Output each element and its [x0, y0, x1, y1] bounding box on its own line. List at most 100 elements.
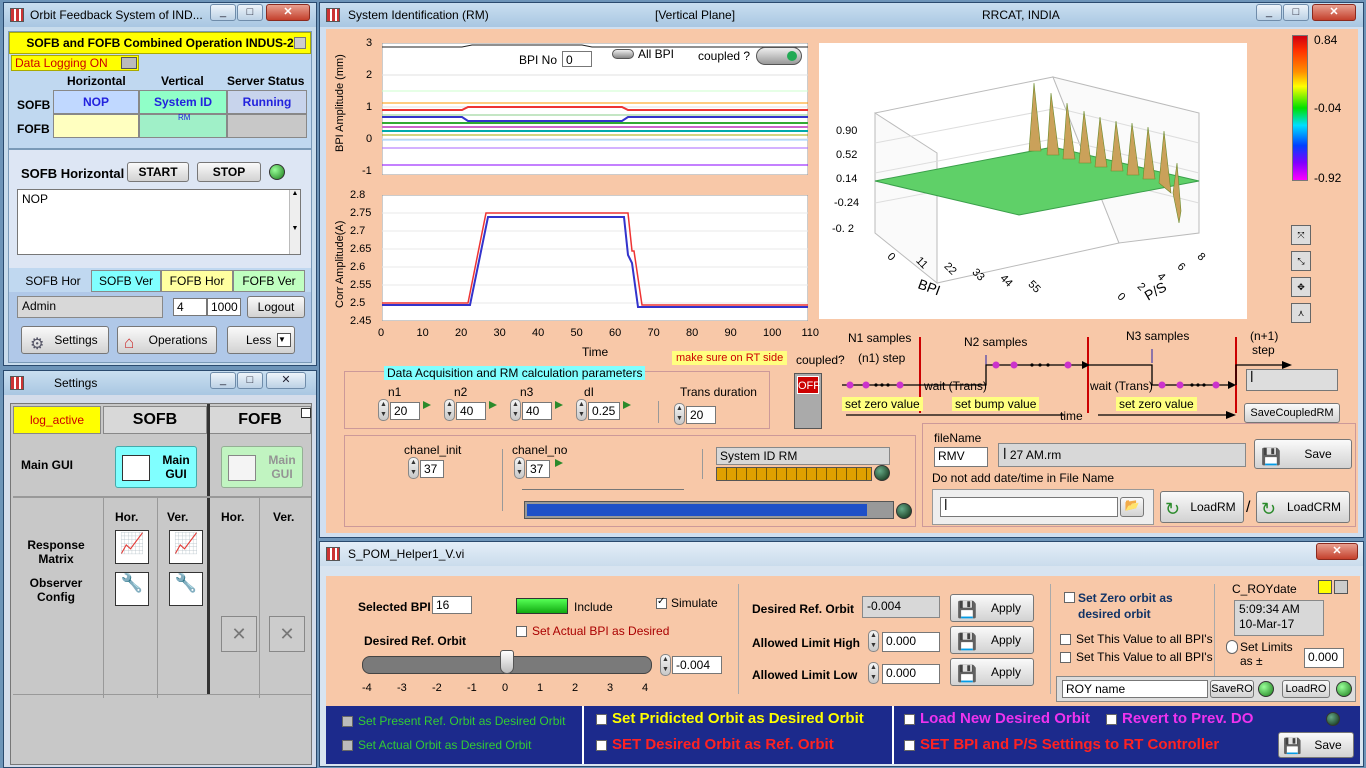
less-dropdown[interactable]: Less ▼ [227, 326, 295, 354]
apply-limit-low-button[interactable]: 💾 Apply [950, 658, 1034, 686]
limit-high-field[interactable]: 0.000 [882, 632, 940, 652]
all-bpi-toggle[interactable] [612, 49, 634, 59]
fofb-ver-tools-icon[interactable]: ✕ [269, 616, 305, 652]
sofb-main-gui-button[interactable]: Main GUI [115, 446, 197, 488]
num1-field[interactable]: 4 [173, 298, 207, 316]
chanel-init-field[interactable]: 37 [420, 460, 444, 478]
c-roydate-toggle[interactable] [1334, 580, 1348, 594]
operations-button[interactable]: ⌂ Operations [117, 326, 217, 354]
load-path-field[interactable]: ꟾ [940, 497, 1118, 517]
set-all2-checkbox[interactable] [1060, 652, 1071, 663]
zoom-tool-icon[interactable]: ⤧ [1291, 225, 1311, 245]
n3-field[interactable]: 40 [522, 402, 552, 420]
sofb-hor-rm-icon[interactable]: 📈 [115, 530, 149, 564]
maximize-button[interactable]: □ [237, 4, 263, 21]
user-field[interactable]: Admin [17, 296, 163, 318]
b7-checkbox[interactable] [904, 740, 915, 751]
rotate-tool-icon[interactable]: ⤡ [1291, 251, 1311, 271]
trans-spinner[interactable]: ▲ ▼ [674, 403, 685, 425]
data-logging-toggle[interactable] [121, 57, 137, 69]
n1-field[interactable]: 20 [390, 402, 420, 420]
b2-checkbox[interactable] [342, 740, 353, 751]
stop-button[interactable]: STOP [197, 162, 261, 182]
fofb-checkbox[interactable] [301, 408, 311, 418]
pan-tool-icon[interactable]: ✥ [1291, 277, 1311, 297]
save-rm-button[interactable]: 💾 Save [1254, 439, 1352, 469]
limit-low-spinner[interactable]: ▲ ▼ [868, 662, 879, 684]
b3-checkbox[interactable] [596, 714, 607, 725]
fofb-main-gui-button[interactable]: Main GUI [221, 446, 303, 488]
set-limits-field[interactable]: 0.000 [1304, 648, 1344, 668]
set-zero-checkbox[interactable] [1064, 592, 1075, 603]
save-coupled-rm-button[interactable]: SaveCoupledRM [1244, 403, 1340, 423]
tab-sofb-hor[interactable]: SOFB Hor [17, 270, 89, 292]
b5-checkbox[interactable] [904, 714, 915, 725]
include-switch[interactable] [516, 598, 568, 614]
roy-name-field[interactable]: ROY name [1062, 680, 1208, 698]
pom-save-button[interactable]: 💾 Save [1278, 732, 1354, 758]
selected-bpi-field[interactable]: 16 [432, 596, 472, 614]
set-limits-checkbox[interactable] [1226, 640, 1238, 654]
set-all1-checkbox[interactable] [1060, 634, 1071, 645]
b4-checkbox[interactable] [596, 740, 607, 751]
coupled-off-switch[interactable]: OFF [794, 373, 822, 429]
savero-button[interactable]: SaveRO [1210, 680, 1254, 698]
title-bar[interactable]: Orbit Feedback System of IND... _ □ ✕ [4, 3, 316, 27]
limit-low-field[interactable]: 0.000 [882, 664, 940, 684]
filepath-field[interactable]: ꟾ 27 AM.rm [998, 443, 1246, 467]
close-button[interactable]: ✕ [1316, 543, 1358, 560]
apply-desired-ref-button[interactable]: 💾 Apply [950, 594, 1034, 622]
num2-field[interactable]: 1000 [207, 298, 241, 316]
limit-high-spinner[interactable]: ▲ ▼ [868, 630, 879, 652]
fofb-hor-tools-icon[interactable]: ✕ [221, 616, 257, 652]
tab-sofb-ver[interactable]: SOFB Ver [91, 270, 161, 292]
bpi-no-field[interactable]: 0 [562, 51, 592, 67]
dl-field[interactable]: 0.25 [588, 402, 620, 420]
pom-title-bar[interactable]: S_POM_Helper1_V.vi ✕ [320, 542, 1363, 566]
browse-folder-icon[interactable]: 📂 [1120, 497, 1144, 517]
maximize-button[interactable]: □ [1283, 4, 1309, 21]
filename-field[interactable]: RMV [934, 447, 988, 467]
status-textbox[interactable]: NOP [17, 189, 301, 255]
close-button[interactable]: ✕ [266, 4, 310, 21]
textbox-scrollbar[interactable]: ▲ ▼ [289, 190, 300, 254]
n1-spinner[interactable]: ▲ ▼ [378, 399, 389, 421]
set-actual-bpi-checkbox[interactable] [516, 626, 527, 637]
coupled-toggle[interactable] [756, 47, 802, 65]
slider-value-field[interactable]: -0.004 [672, 656, 722, 674]
minimize-button[interactable]: _ [210, 4, 236, 21]
sofb-ver-observer-icon[interactable]: 🔧 [169, 572, 203, 606]
sofb-ver-rm-icon[interactable]: 📈 [169, 530, 203, 564]
n2-field[interactable]: 40 [456, 402, 486, 420]
loadcrm-button[interactable]: ↻ LoadCRM [1256, 491, 1350, 523]
tab-fofb-ver[interactable]: FOFB Ver [233, 270, 305, 292]
sysid-title-bar[interactable]: System Identification (RM) [Vertical Plan… [320, 3, 1363, 27]
trans-field[interactable]: 20 [686, 406, 716, 424]
n2-spinner[interactable]: ▲ ▼ [444, 399, 455, 421]
slider-value-spinner[interactable]: ▲ ▼ [660, 654, 671, 676]
simulate-checkbox[interactable]: ✓ [656, 596, 667, 609]
loadro-button[interactable]: LoadRO [1282, 680, 1330, 698]
coupled-rm-path[interactable]: ꟾ [1246, 369, 1338, 391]
chanel-no-spinner[interactable]: ▲ ▼ [514, 457, 525, 479]
chanel-init-spinner[interactable]: ▲ ▼ [408, 457, 419, 479]
minimize-button[interactable]: _ [210, 372, 236, 389]
settings-button[interactable]: ⚙ Settings [21, 326, 109, 354]
logout-button[interactable]: Logout [247, 296, 305, 318]
tab-fofb-hor[interactable]: FOFB Hor [161, 270, 233, 292]
close-button[interactable]: ✕ [266, 372, 306, 389]
chanel-no-field[interactable]: 37 [526, 460, 550, 478]
restore-button[interactable]: □ [237, 372, 263, 389]
sofb-hor-observer-icon[interactable]: 🔧 [115, 572, 149, 606]
minimize-button[interactable]: _ [1256, 4, 1282, 21]
close-button[interactable]: ✕ [1312, 4, 1356, 21]
b6-checkbox[interactable] [1106, 714, 1117, 725]
dl-spinner[interactable]: ▲ ▼ [576, 399, 587, 421]
slider-thumb[interactable] [500, 650, 514, 674]
start-button[interactable]: START [127, 162, 189, 182]
b1-checkbox[interactable] [342, 716, 353, 727]
header-checkbox[interactable] [294, 37, 306, 49]
apply-limit-high-button[interactable]: 💾 Apply [950, 626, 1034, 654]
n3-spinner[interactable]: ▲ ▼ [510, 399, 521, 421]
settings-title-bar[interactable]: Settings _ □ ✕ [4, 371, 316, 395]
